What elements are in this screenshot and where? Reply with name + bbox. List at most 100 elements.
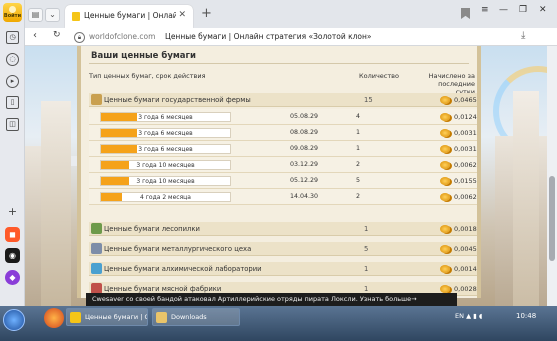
coin-icon <box>440 177 450 185</box>
gallery-icon[interactable]: ◫ <box>6 118 19 131</box>
group-accrued: 0,0045 <box>454 245 477 253</box>
sawmill-icon <box>91 223 102 234</box>
chat-icon[interactable]: ◌ <box>6 53 19 66</box>
alchemy-icon <box>91 263 102 274</box>
minimize-icon[interactable]: — <box>499 5 508 15</box>
group-quantity: 1 <box>364 225 369 233</box>
group-quantity: 1 <box>364 265 369 273</box>
group-name: Ценные бумаги мясной фабрики <box>104 285 222 293</box>
game-page: Ваши ценные бумаги Тип ценных бумаг, сро… <box>25 46 547 306</box>
group-name: Ценные бумаги металлургического цеха <box>104 245 252 253</box>
security-item-row: 3 года 6 месяцев 09.08.29 1 0,0031 <box>89 141 477 157</box>
item-quantity: 1 <box>356 145 361 152</box>
app-dark-icon[interactable]: ◉ <box>5 248 20 263</box>
term-label: 3 года 10 месяцев <box>136 178 195 185</box>
security-item-row: 4 года 2 месяца 14.04.30 2 0,0062 <box>89 189 477 205</box>
coin-icon <box>440 129 450 137</box>
term-label: 3 года 10 месяцев <box>136 162 195 169</box>
profile-button[interactable]: Войти <box>3 3 22 22</box>
term-label: 4 года 2 месяца <box>140 194 191 201</box>
tabs-menu-icon[interactable]: ▤ <box>28 8 43 22</box>
panel-title: Ваши ценные бумаги <box>91 51 196 61</box>
security-item-row: 3 года 6 месяцев 08.08.29 1 0,0031 <box>89 125 477 141</box>
back-icon[interactable]: ‹ <box>33 30 37 41</box>
item-quantity: 2 <box>356 161 361 168</box>
note-icon[interactable]: ▯ <box>6 96 19 109</box>
new-tab-icon[interactable]: + <box>201 6 212 21</box>
system-tray: EN ▲ ▮ ◖ <box>455 312 482 320</box>
term-label: 3 года 6 месяцев <box>138 146 193 153</box>
menu-icon[interactable]: ≡ <box>481 5 489 15</box>
term-progress-bar: 3 года 10 месяцев <box>100 160 231 170</box>
term-progress-bar: 3 года 6 месяцев <box>100 144 231 154</box>
term-progress-bar: 4 года 2 месяца <box>100 192 231 202</box>
scrollbar-thumb[interactable] <box>549 176 555 261</box>
task-label: Downloads <box>171 313 207 321</box>
close-icon[interactable]: ✕ <box>178 10 186 20</box>
header-type: Тип ценных бумаг, срок действия <box>89 72 206 80</box>
group-row-metallurgy[interactable]: Ценные бумаги металлургического цеха 5 0… <box>89 242 477 256</box>
add-icon[interactable]: + <box>6 206 19 220</box>
coin-icon <box>440 145 450 153</box>
coin-icon <box>440 265 450 273</box>
page-scrollbar[interactable] <box>547 46 557 306</box>
item-accrued: 0,0155 <box>454 177 477 185</box>
os-taskbar: Ценные бумаги | О... Downloads EN ▲ ▮ ◖ … <box>0 306 557 341</box>
clock-icon[interactable]: ◷ <box>6 31 19 44</box>
term-progress-bar: 3 года 6 месяцев <box>100 112 231 122</box>
news-ticker[interactable]: Cwesaver со своей бандой атаковал Артилл… <box>86 293 457 306</box>
chevron-down-icon[interactable]: ⌄ <box>45 8 60 22</box>
url-domain[interactable]: worldofclone.com <box>89 32 155 41</box>
tray-icons: ▲ ▮ ◖ <box>466 312 483 320</box>
group-name: Ценные бумаги алхимической лаборатории <box>104 265 262 273</box>
group-accrued: 0,0018 <box>454 225 477 233</box>
firefox-icon[interactable] <box>44 308 64 328</box>
tab-active[interactable]: Ценные бумаги | Онлайн ✕ <box>65 5 193 28</box>
group-quantity: 5 <box>364 245 369 253</box>
folder-icon <box>156 312 167 323</box>
language-indicator[interactable]: EN <box>455 312 464 320</box>
item-accrued: 0,0124 <box>454 113 477 121</box>
group-name: Ценные бумаги государственной фермы <box>104 96 251 104</box>
url-page-title[interactable]: Ценные бумаги | Онлайн стратегия «Золото… <box>165 32 371 41</box>
item-accrued: 0,0031 <box>454 129 477 137</box>
profile-label: Войти <box>3 13 22 19</box>
coin-icon <box>440 96 450 104</box>
taskbar-task-downloads[interactable]: Downloads <box>152 308 240 326</box>
reload-icon[interactable]: ↻ <box>53 30 61 40</box>
security-item-row: 3 года 6 месяцев 05.08.29 4 0,0124 <box>89 109 477 125</box>
expiry-date: 05.12.29 <box>290 177 319 184</box>
coin-icon <box>440 225 450 233</box>
address-bar: ‹ ↻ 🔒︎ worldofclone.com Ценные бумаги | … <box>25 28 557 46</box>
group-row-alchemy[interactable]: Ценные бумаги алхимической лаборатории 1… <box>89 262 477 276</box>
securities-panel: Ваши ценные бумаги Тип ценных бумаг, сро… <box>77 46 481 298</box>
download-icon[interactable]: ⤓ <box>521 30 525 41</box>
divider <box>89 63 469 64</box>
expiry-date: 03.12.29 <box>290 161 319 168</box>
lock-icon[interactable]: 🔒︎ <box>74 32 85 43</box>
term-label: 3 года 6 месяцев <box>138 114 193 121</box>
start-button[interactable] <box>3 309 25 331</box>
play-icon[interactable]: ▸ <box>6 75 19 88</box>
taskbar-task-browser[interactable]: Ценные бумаги | О... <box>66 308 148 326</box>
window-close-icon[interactable]: ✕ <box>539 5 547 15</box>
alice-icon[interactable]: ◆ <box>5 270 20 285</box>
security-item-row: 3 года 10 месяцев 05.12.29 5 0,0155 <box>89 173 477 189</box>
browser-sidebar: Войти ◷ ◌ ▸ ▯ ◫ + ◼ ◉ ◆ <box>0 0 25 306</box>
expiry-date: 09.08.29 <box>290 145 319 152</box>
background-tower <box>513 91 539 306</box>
task-label: Ценные бумаги | О... <box>85 313 147 321</box>
group-row-sawmill[interactable]: Ценные бумаги лесопилки 1 0,0018 <box>89 222 477 236</box>
term-progress-bar: 3 года 10 месяцев <box>100 176 231 186</box>
bookmark-icon[interactable] <box>461 8 470 19</box>
item-quantity: 2 <box>356 193 361 200</box>
group-quantity: 15 <box>364 96 373 104</box>
clock[interactable]: 10:48 <box>516 312 536 320</box>
group-quantity: 1 <box>364 285 369 293</box>
group-accrued: 0,0465 <box>454 96 477 104</box>
group-row-farm[interactable]: Ценные бумаги государственной фермы 15 0… <box>89 93 477 107</box>
item-quantity: 4 <box>356 113 361 120</box>
expiry-date: 08.08.29 <box>290 129 319 136</box>
maximize-icon[interactable]: ❐ <box>519 5 527 15</box>
app-orange-icon[interactable]: ◼ <box>5 227 20 242</box>
